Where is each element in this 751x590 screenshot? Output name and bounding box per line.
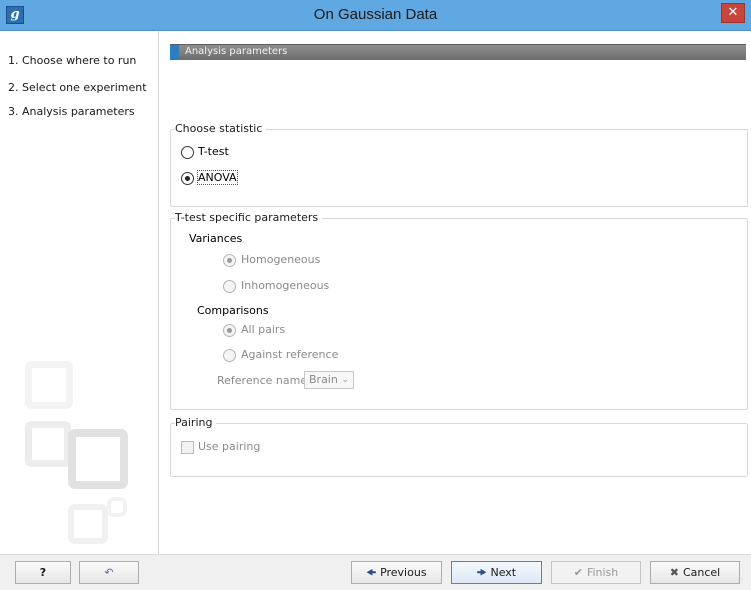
section-header: Analysis parameters: [170, 44, 746, 60]
group-title: Pairing: [175, 416, 217, 429]
previous-label: Previous: [380, 566, 427, 579]
step-select-experiment: 2. Select one experiment: [8, 81, 147, 94]
chevron-down-icon: ⌄: [341, 375, 349, 385]
step-label: Analysis parameters: [22, 105, 135, 118]
step-label: Select one experiment: [22, 81, 147, 94]
radio-label-all-pairs[interactable]: All pairs: [241, 323, 285, 336]
cancel-x-icon: ✖: [669, 566, 679, 579]
step-label: Choose where to run: [22, 54, 137, 67]
radio-selected-dot: [227, 258, 232, 263]
choose-statistic-group: Choose statistic T-test ANOVA: [170, 122, 748, 207]
variances-label: Variances: [189, 232, 243, 245]
reference-name-label: Reference name: [217, 374, 308, 387]
decorative-square-icon: [107, 497, 127, 517]
help-icon: ?: [39, 566, 47, 579]
main-panel: Analysis parameters Choose statistic T-t…: [160, 31, 751, 554]
title-bar: g On Gaussian Data ✕: [0, 0, 751, 31]
pairing-group: Pairing Use pairing: [170, 416, 748, 477]
checkmark-icon: ✔: [573, 566, 583, 579]
previous-button[interactable]: 🠜 Previous: [351, 561, 442, 584]
radio-label-homogeneous[interactable]: Homogeneous: [241, 253, 320, 266]
radio-selected-dot: [227, 328, 232, 333]
arrow-right-icon: 🠞: [476, 566, 487, 579]
step-number: 3.: [8, 105, 19, 118]
use-pairing-checkbox[interactable]: [181, 441, 194, 454]
finish-label: Finish: [586, 566, 619, 579]
radio-anova[interactable]: [181, 172, 194, 185]
reference-name-select[interactable]: Brain ⌄: [304, 371, 354, 389]
group-title: T-test specific parameters: [175, 211, 323, 224]
comparisons-label: Comparisons: [197, 304, 269, 317]
use-pairing-label[interactable]: Use pairing: [198, 440, 260, 453]
next-button[interactable]: 🠞 Next: [451, 561, 542, 584]
group-title: Choose statistic: [175, 122, 267, 135]
decorative-square-icon: [68, 429, 128, 489]
decorative-square-icon: [25, 361, 73, 409]
footer-bar: ? ↶ 🠜 Previous 🠞 Next ✔ Finish ✖ Cancel: [0, 554, 751, 590]
radio-t-test[interactable]: [181, 146, 194, 159]
step-number: 1.: [8, 54, 19, 67]
close-button[interactable]: ✕: [721, 3, 745, 23]
radio-all-pairs[interactable]: [223, 324, 236, 337]
radio-selected-dot: [185, 176, 190, 181]
radio-inhomogeneous[interactable]: [223, 280, 236, 293]
radio-against-reference[interactable]: [223, 349, 236, 362]
wizard-steps-panel: 1. Choose where to run 2. Select one exper…: [0, 31, 159, 554]
reset-arrow-icon: ↶: [104, 566, 114, 579]
radio-label-anova[interactable]: ANOVA: [197, 170, 238, 185]
radio-label-t-test[interactable]: T-test: [198, 145, 229, 158]
decorative-square-icon: [68, 504, 108, 544]
step-choose-where-to-run: 1. Choose where to run: [8, 54, 136, 67]
help-button[interactable]: ?: [15, 561, 71, 584]
radio-label-against-reference[interactable]: Against reference: [241, 348, 338, 361]
radio-label-inhomogeneous[interactable]: Inhomogeneous: [241, 279, 329, 292]
reset-button[interactable]: ↶: [79, 561, 139, 584]
reference-name-value: Brain: [309, 373, 338, 386]
decorative-square-icon: [25, 421, 71, 467]
step-number: 2.: [8, 81, 19, 94]
radio-homogeneous[interactable]: [223, 254, 236, 267]
cancel-label: Cancel: [682, 566, 721, 579]
window-title: On Gaussian Data: [313, 6, 438, 23]
ttest-parameters-group: T-test specific parameters Variances Hom…: [170, 211, 748, 410]
section-header-accent: [170, 45, 179, 60]
finish-button[interactable]: ✔ Finish: [551, 561, 641, 584]
step-analysis-parameters: 3. Analysis parameters: [8, 105, 135, 118]
cancel-button[interactable]: ✖ Cancel: [650, 561, 740, 584]
arrow-left-icon: 🠜: [366, 566, 377, 579]
section-title: Analysis parameters: [185, 46, 288, 57]
next-label: Next: [490, 566, 517, 579]
